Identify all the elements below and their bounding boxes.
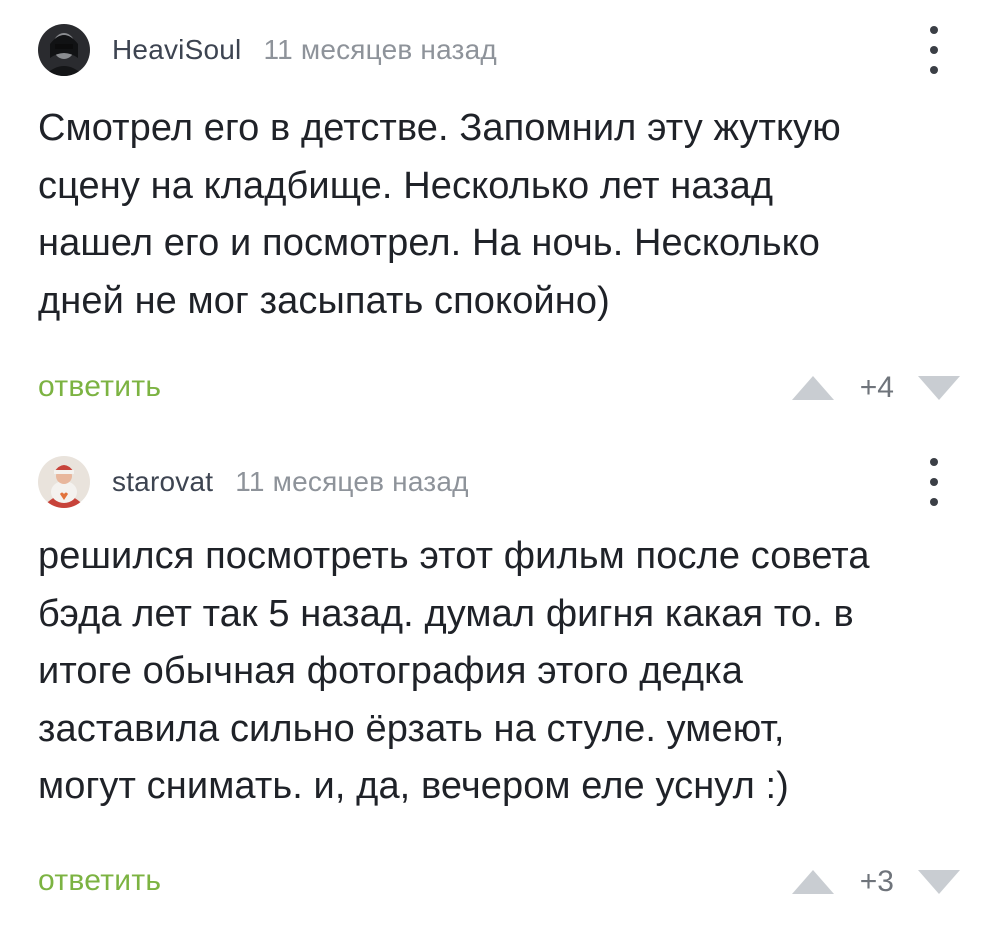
timestamp: 11 месяцев назад [235,466,469,497]
triangle-up-icon[interactable] [790,868,836,896]
username[interactable]: HeaviSoul [112,34,241,66]
username[interactable]: starovat [112,466,213,498]
triangle-down-icon[interactable] [916,374,962,402]
comment: HeaviSoul 11 месяцев назад Смотрел его в… [0,0,1000,432]
comment: starovat 11 месяцев назад решился посмот… [0,432,1000,938]
avatar[interactable] [38,456,90,508]
more-vertical-icon[interactable] [920,458,948,506]
more-vertical-icon[interactable] [920,26,948,74]
comment-header: starovat 11 месяцев назад [38,454,469,510]
triangle-up-icon[interactable] [790,374,836,402]
reply-link[interactable]: ответить [38,864,161,898]
score: +3 [859,865,894,898]
comment-text: решился посмотреть этот фильм после сове… [38,535,870,807]
comment-text: Смотрел его в детстве. Запомнил эту жутк… [38,107,841,322]
timestamp: 11 месяцев назад [263,34,497,65]
vote-controls: +4 [790,368,962,408]
comment-header: HeaviSoul 11 месяцев назад [38,22,497,78]
triangle-down-icon[interactable] [916,868,962,896]
vote-controls: +3 [790,862,962,902]
score: +4 [859,371,894,404]
reply-link[interactable]: ответить [38,370,161,404]
avatar[interactable] [38,24,90,76]
